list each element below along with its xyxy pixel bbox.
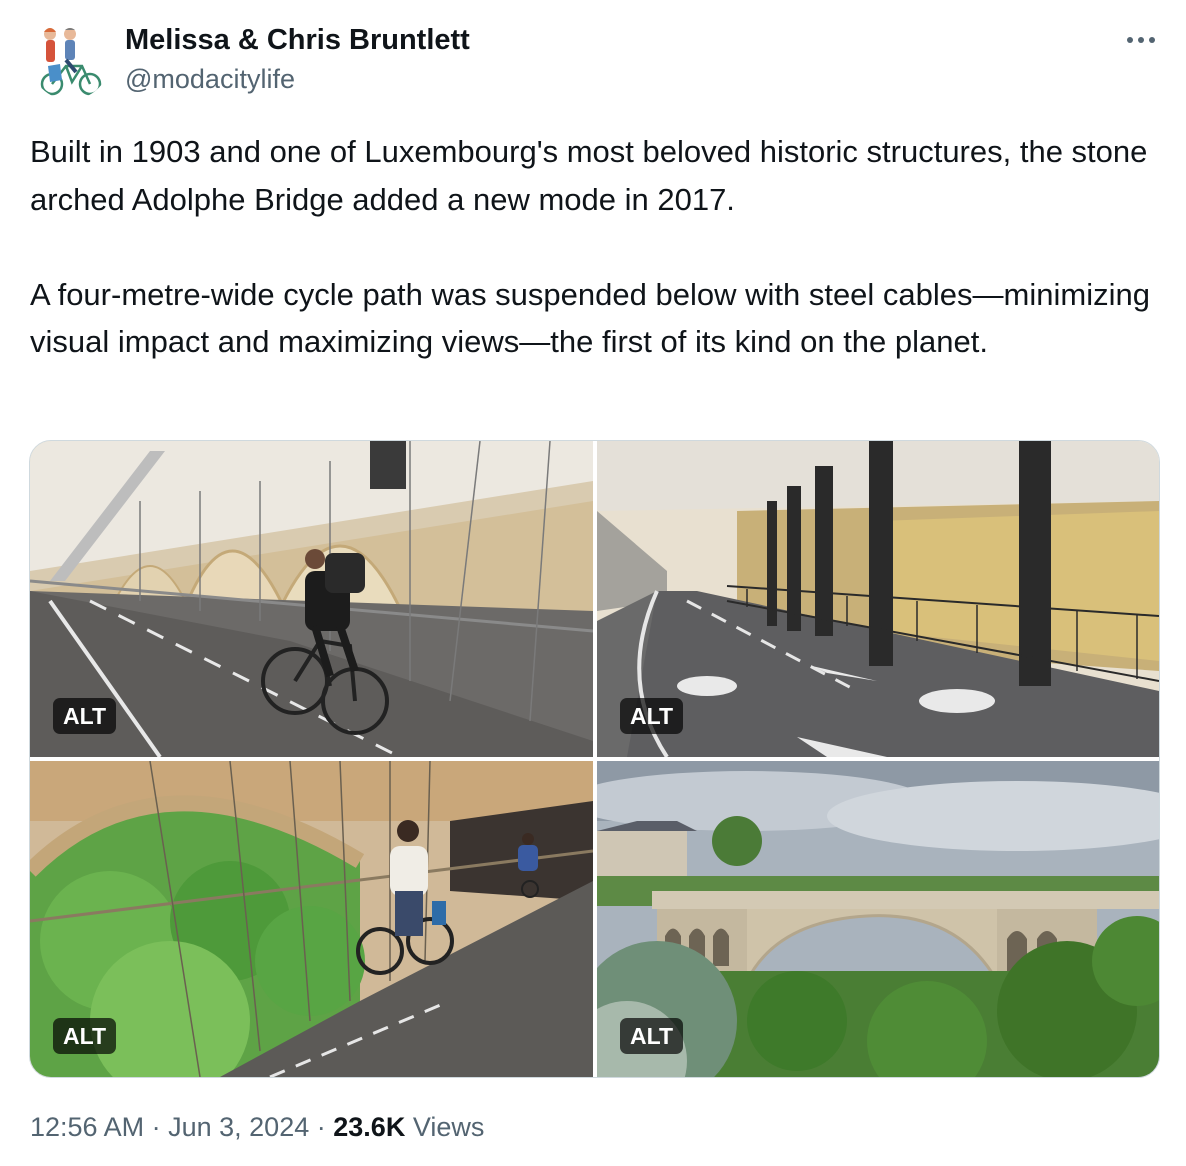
media-grid: ALT ALT ALT ALT bbox=[29, 440, 1160, 1078]
tweet-paragraph: A four-metre-wide cycle path was suspend… bbox=[30, 276, 1150, 360]
alt-badge[interactable]: ALT bbox=[620, 698, 684, 734]
views-label: Views bbox=[412, 1112, 485, 1142]
tweet-text: Built in 1903 and one of Luxembourg's mo… bbox=[30, 128, 1160, 366]
avatar[interactable] bbox=[30, 20, 110, 100]
alt-badge[interactable]: ALT bbox=[620, 1018, 684, 1054]
avatar-illustration bbox=[30, 20, 110, 100]
handle[interactable]: @modacitylife bbox=[125, 62, 470, 96]
photo-adolphe-bridge[interactable]: ALT bbox=[597, 761, 1159, 1077]
display-name[interactable]: Melissa & Chris Bruntlett bbox=[125, 22, 470, 58]
more-options-icon bbox=[1127, 37, 1155, 43]
photo-cycle-path-pillars[interactable]: ALT bbox=[597, 441, 1159, 757]
views-count: 23.6K bbox=[333, 1112, 406, 1142]
meta-separator: · bbox=[316, 1112, 326, 1142]
photo-cycle-path-cyclist[interactable]: ALT bbox=[30, 441, 593, 757]
photo-cyclists-greenery[interactable]: ALT bbox=[30, 761, 593, 1077]
tweet-meta: 12:56 AM · Jun 3, 2024 · 23.6K Views bbox=[30, 1110, 484, 1144]
alt-badge[interactable]: ALT bbox=[53, 698, 117, 734]
author-block: Melissa & Chris Bruntlett @modacitylife bbox=[125, 22, 470, 96]
tweet-paragraph: Built in 1903 and one of Luxembourg's mo… bbox=[30, 134, 1148, 217]
meta-separator: · bbox=[151, 1112, 161, 1142]
alt-badge[interactable]: ALT bbox=[53, 1018, 117, 1054]
tweet-date[interactable]: Jun 3, 2024 bbox=[168, 1112, 309, 1142]
more-options-button[interactable] bbox=[1124, 26, 1158, 54]
tweet-time[interactable]: 12:56 AM bbox=[30, 1112, 144, 1142]
